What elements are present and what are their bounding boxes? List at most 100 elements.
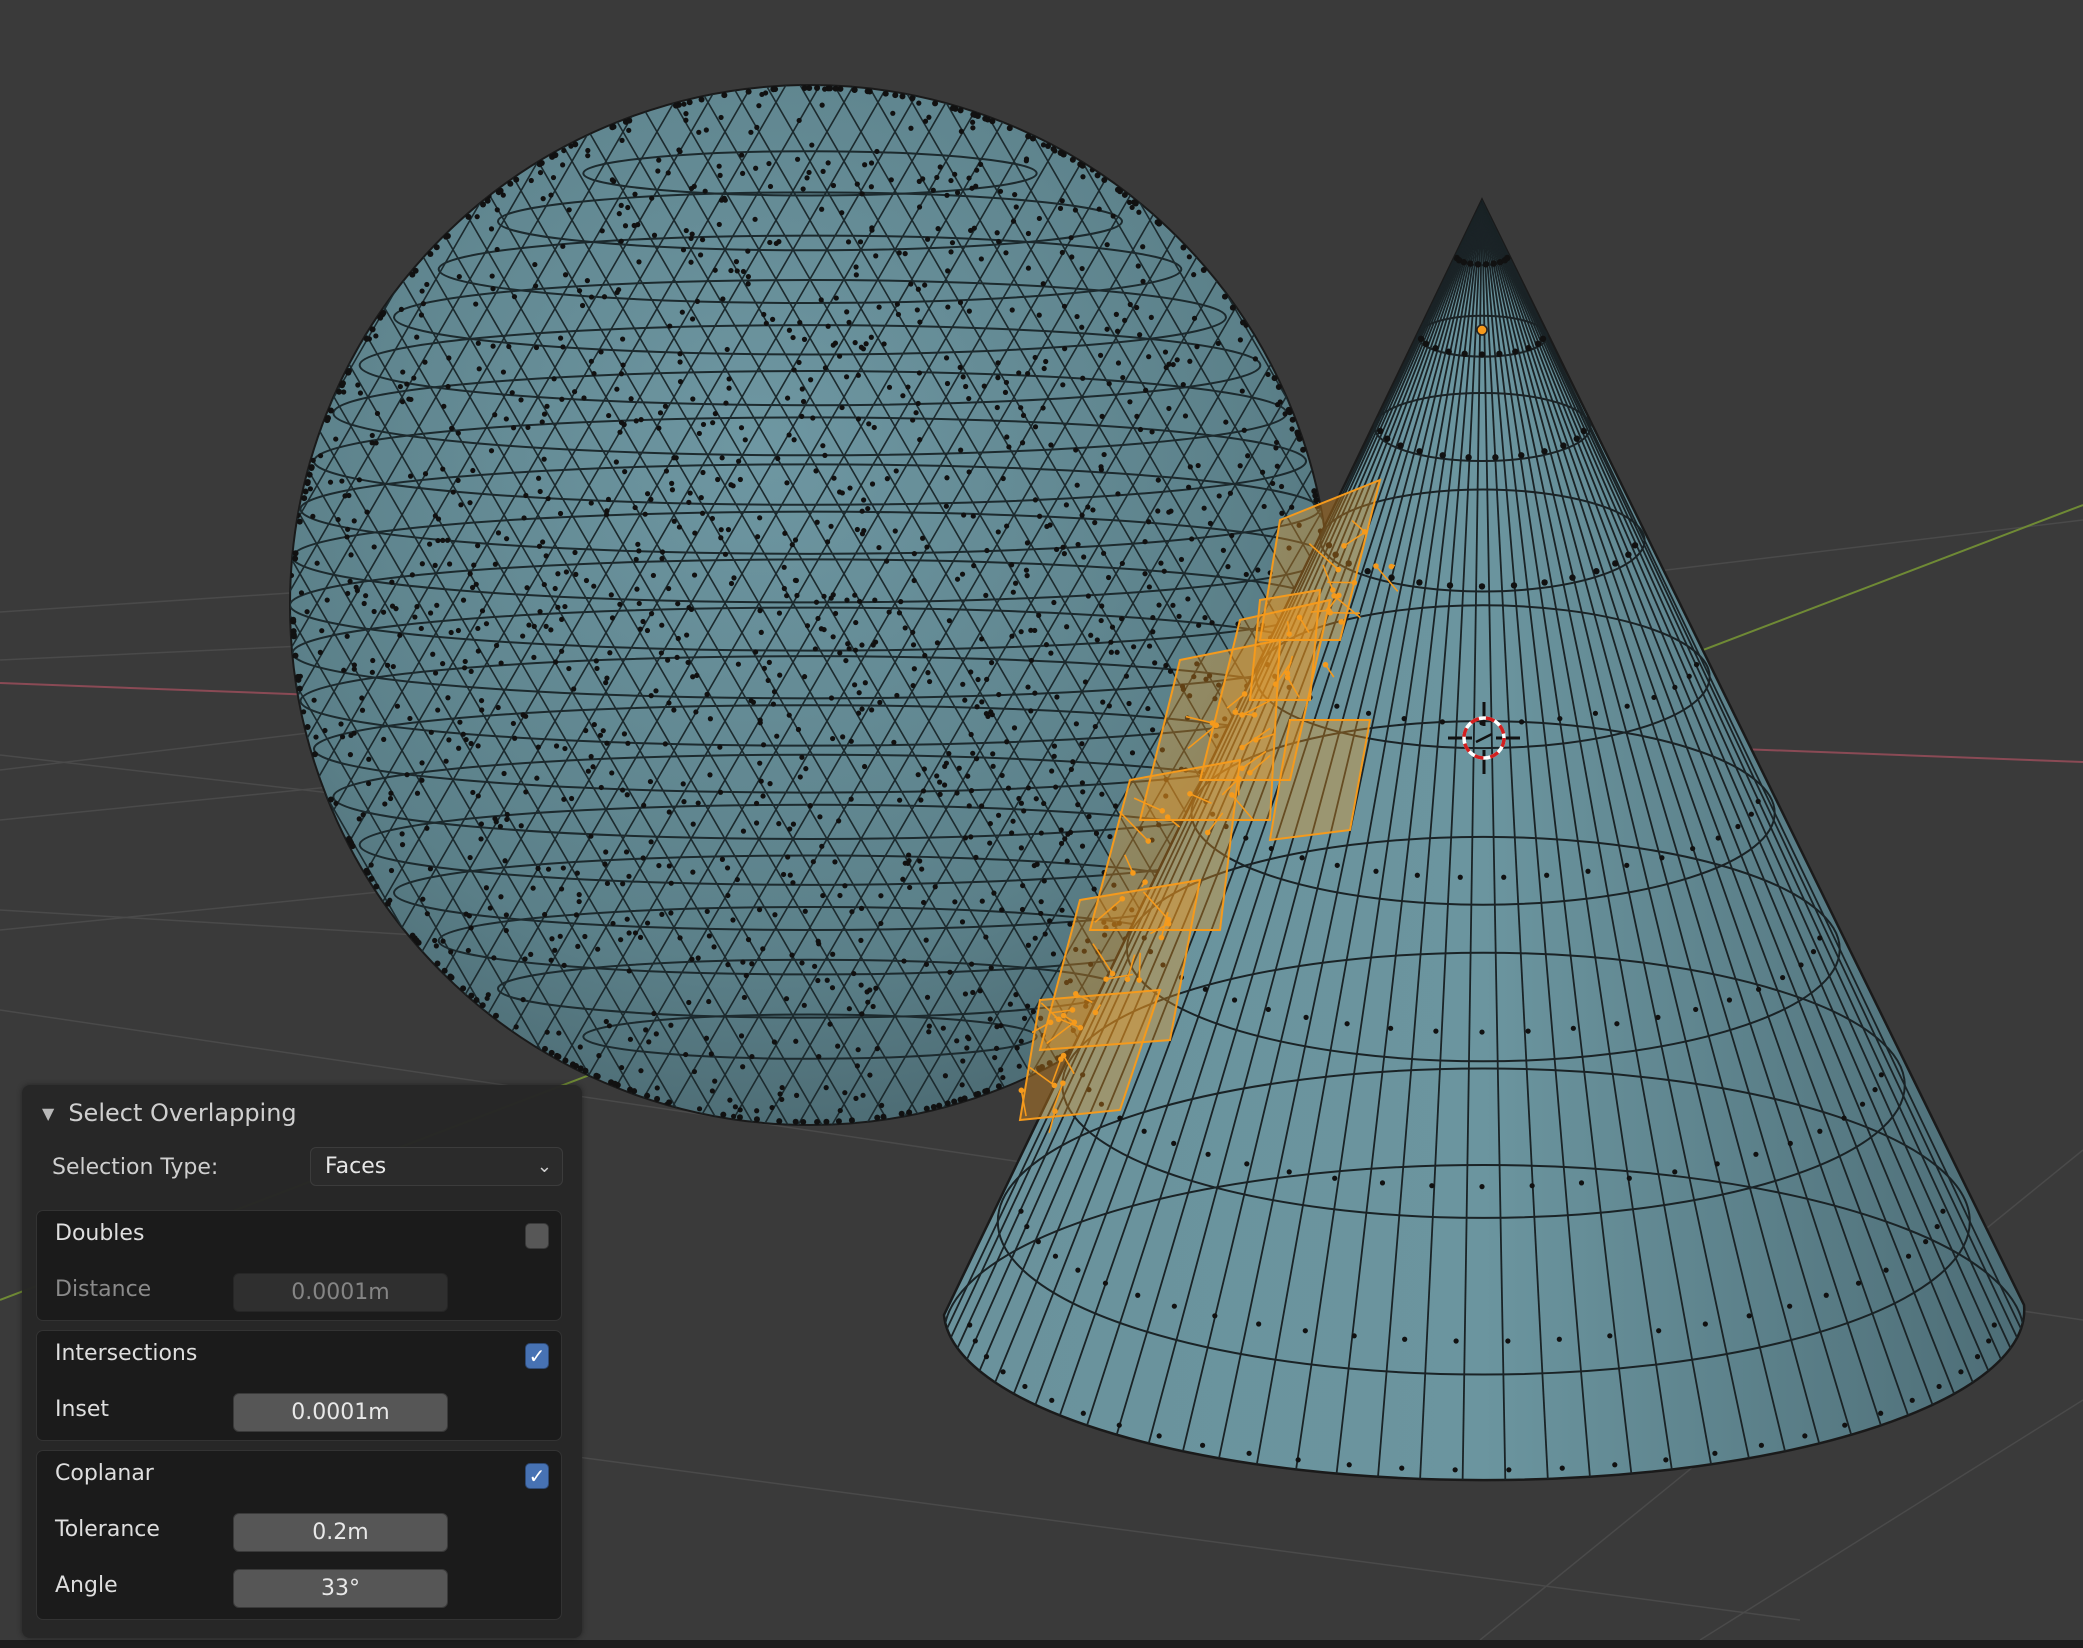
tolerance-field[interactable]: 0.2m: [233, 1513, 448, 1552]
face-dot: [359, 695, 365, 701]
face-dot: [478, 821, 485, 827]
cone-dot: [1859, 1101, 1866, 1107]
face-dot: [344, 633, 350, 639]
face-dot: [844, 597, 850, 603]
face-dot: [1243, 571, 1249, 578]
face-dot: [757, 717, 763, 723]
face-dot: [952, 171, 958, 177]
face-dot: [498, 660, 504, 666]
face-dot: [684, 632, 690, 638]
face-dot: [335, 516, 341, 523]
face-dot: [424, 911, 430, 917]
face-dot: [603, 849, 609, 855]
edge-vertex: [441, 967, 448, 974]
cone-dot: [1541, 579, 1548, 586]
face-dot: [761, 665, 767, 671]
face-dot: [957, 299, 964, 306]
face-dot: [776, 610, 783, 616]
face-dot: [607, 650, 613, 656]
edge-vertex: [492, 1012, 499, 1019]
cone-dot: [1295, 1457, 1301, 1463]
face-dot: [717, 789, 724, 795]
face-dot: [830, 342, 836, 348]
selected-face: [1248, 588, 1322, 701]
face-dot: [813, 468, 819, 474]
selection-type-value: Faces: [325, 1154, 387, 1179]
face-dot: [1079, 512, 1085, 518]
face-dot: [780, 871, 787, 878]
edge-vertex: [686, 99, 693, 106]
face-dot: [956, 765, 962, 771]
face-dot: [1005, 785, 1012, 791]
distance-field[interactable]: 0.0001m: [233, 1273, 448, 1312]
face-dot: [1134, 413, 1140, 419]
face-dot: [937, 164, 943, 170]
face-dot: [911, 551, 917, 557]
face-dot: [720, 296, 726, 302]
edge-vertex: [327, 407, 334, 414]
active-vertex[interactable]: [1476, 324, 1488, 336]
face-dot: [540, 539, 546, 545]
inset-field[interactable]: 0.0001m: [233, 1393, 448, 1432]
face-dot: [449, 425, 455, 431]
angle-field[interactable]: 33°: [233, 1569, 448, 1608]
triangle-down-icon[interactable]: ▼: [42, 1104, 54, 1123]
face-dot: [820, 892, 826, 899]
intersections-checkbox[interactable]: ✓: [525, 1343, 549, 1369]
face-dot: [874, 148, 880, 155]
face-dot: [966, 803, 972, 809]
face-dot: [837, 353, 843, 359]
face-dot: [924, 994, 931, 1000]
face-dot: [468, 740, 474, 747]
face-dot: [801, 1002, 807, 1008]
edge-vertex: [1286, 409, 1293, 416]
edge-vertex: [312, 751, 319, 758]
edge-vertex: [745, 88, 752, 95]
face-dot: [916, 204, 923, 210]
face-dot: [872, 597, 878, 603]
face-dot: [853, 619, 859, 626]
face-dot: [1137, 426, 1144, 433]
face-dot: [636, 600, 642, 607]
face-dot: [716, 163, 722, 169]
face-dot: [944, 192, 950, 198]
face-dot: [1060, 544, 1066, 550]
face-dot: [1069, 254, 1075, 260]
face-dot: [790, 821, 797, 827]
face-dot: [385, 662, 391, 668]
panel-header[interactable]: ▼ Select Overlapping: [36, 1093, 297, 1133]
face-dot: [351, 730, 357, 736]
doubles-checkbox[interactable]: [525, 1223, 549, 1249]
face-dot: [422, 471, 429, 477]
edge-vertex: [1289, 416, 1296, 423]
face-dot: [859, 706, 865, 712]
face-dot: [632, 504, 638, 511]
face-dot: [910, 682, 916, 689]
face-dot: [719, 856, 726, 862]
face-dot: [591, 721, 597, 728]
face-dot: [424, 281, 430, 288]
face-dot: [610, 920, 616, 927]
cone-dot: [972, 1338, 978, 1344]
face-dot: [853, 1095, 859, 1101]
face-dot: [753, 165, 759, 171]
edge-vertex: [880, 1113, 887, 1120]
edge-vertex: [1295, 431, 1302, 438]
selection-type-dropdown[interactable]: Faces ⌄: [310, 1147, 563, 1186]
face-dot: [917, 319, 923, 325]
face-dot: [1119, 616, 1125, 622]
cone-dot: [1631, 542, 1639, 549]
coplanar-checkbox[interactable]: ✓: [525, 1463, 549, 1489]
face-dot: [1094, 637, 1100, 643]
face-dot: [777, 672, 783, 678]
face-dot: [1241, 427, 1247, 433]
edge-vertex: [448, 974, 455, 981]
face-dot: [1009, 562, 1015, 568]
face-dot: [735, 661, 741, 667]
angle-label: Angle: [55, 1573, 118, 1598]
edge-vertex: [473, 997, 480, 1004]
edge-vertex: [290, 616, 297, 623]
face-dot: [1146, 519, 1152, 525]
face-dot: [600, 728, 606, 734]
face-dot: [492, 816, 498, 822]
